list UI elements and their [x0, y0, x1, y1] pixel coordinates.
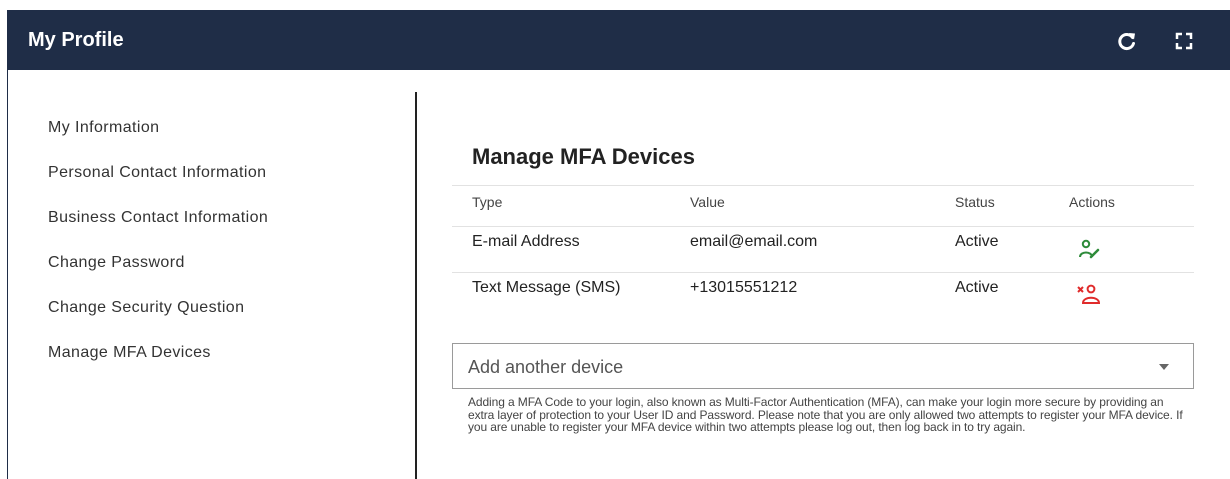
refresh-icon: [1118, 33, 1135, 51]
device-type: E-mail Address: [472, 233, 580, 250]
vertical-divider: [415, 92, 417, 479]
remove-device-button[interactable]: [1077, 283, 1101, 307]
sidebar-item-business-contact[interactable]: Business Contact Information: [48, 209, 268, 254]
page-title: My Profile: [28, 29, 124, 51]
chevron-down-icon: [1159, 364, 1169, 370]
remove-user-icon: [1077, 284, 1101, 304]
edit-user-icon: [1079, 239, 1100, 259]
edit-device-button[interactable]: [1077, 237, 1101, 261]
device-value: +13015551212: [690, 279, 798, 296]
profile-sidebar: My Information Personal Contact Informat…: [48, 119, 268, 389]
device-status: Active: [955, 233, 999, 250]
add-device-select[interactable]: Add another device: [452, 343, 1194, 389]
column-header-status: Status: [955, 194, 995, 210]
device-type: Text Message (SMS): [472, 279, 621, 296]
table-row: Text Message (SMS) +13015551212 Active: [452, 272, 1194, 318]
device-status: Active: [955, 279, 999, 296]
section-title: Manage MFA Devices: [472, 144, 695, 169]
column-header-actions: Actions: [1069, 194, 1115, 210]
refresh-button[interactable]: [1116, 30, 1138, 52]
mfa-help-text: Adding a MFA Code to your login, also kn…: [468, 395, 1183, 434]
app-header: My Profile: [7, 10, 1230, 70]
sidebar-item-change-password[interactable]: Change Password: [48, 254, 268, 299]
fullscreen-button[interactable]: [1173, 30, 1195, 52]
sidebar-item-personal-contact[interactable]: Personal Contact Information: [48, 164, 268, 209]
sidebar-item-security-question[interactable]: Change Security Question: [48, 299, 268, 344]
device-value: email@email.com: [690, 233, 818, 250]
column-header-value: Value: [690, 194, 725, 210]
table-row: E-mail Address email@email.com Active: [452, 226, 1194, 272]
add-device-placeholder: Add another device: [468, 357, 624, 377]
fullscreen-icon: [1175, 32, 1193, 50]
sidebar-item-manage-mfa[interactable]: Manage MFA Devices: [48, 344, 268, 389]
column-header-type: Type: [472, 194, 503, 210]
mfa-devices-table: Type Value Status Actions E-mail Address…: [452, 185, 1194, 318]
table-header-row: Type Value Status Actions: [452, 185, 1194, 226]
sidebar-item-my-information[interactable]: My Information: [48, 119, 268, 164]
